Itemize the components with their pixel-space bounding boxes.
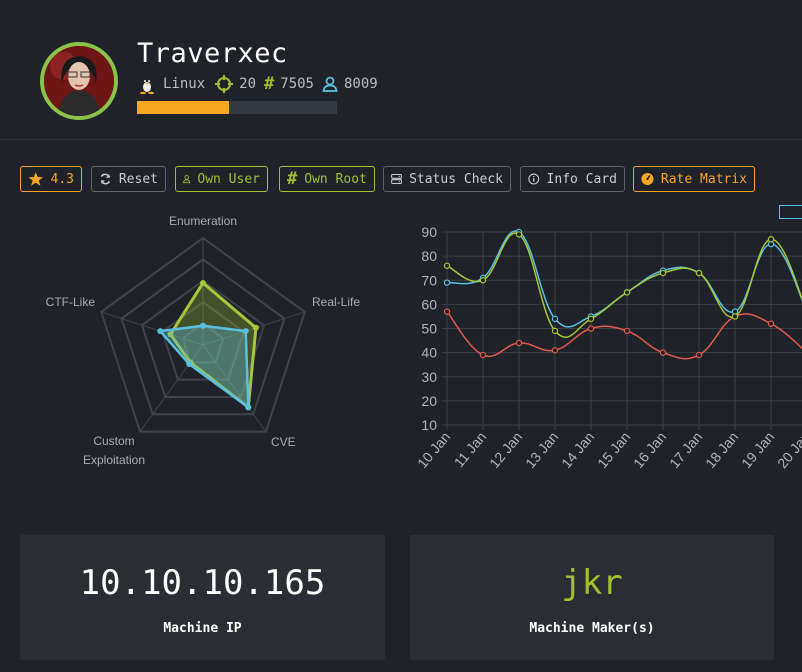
line-point — [659, 349, 667, 356]
header-divider — [0, 139, 802, 140]
line-point — [695, 351, 703, 359]
machine-maker-label: Machine Maker(s) — [529, 621, 655, 636]
line-point — [731, 313, 739, 320]
machine-meta: Linux 20 # 7505 8009 — [137, 74, 386, 94]
user-icon — [183, 175, 191, 184]
x-tick-label: 20 Jan — [774, 429, 802, 471]
y-tick-label: 80 — [421, 248, 437, 264]
own-root-label: Own Root — [304, 171, 367, 187]
radar-point — [186, 361, 193, 368]
rate-matrix-button[interactable]: Rate Matrix — [633, 166, 755, 192]
line-point — [587, 315, 595, 323]
line-point — [443, 308, 451, 315]
machine-maker[interactable]: jkr — [410, 563, 774, 603]
machine-id: 7505 — [280, 76, 314, 92]
line-point — [515, 339, 523, 347]
machine-avatar — [40, 42, 118, 120]
own-user-button[interactable]: Own User — [175, 166, 268, 192]
status-check-label: Status Check — [409, 171, 503, 187]
y-tick-label: 40 — [421, 345, 437, 361]
machine-name: Traverxec — [137, 38, 288, 69]
x-tick-label: 16 Jan — [630, 429, 669, 471]
reset-label: Reset — [118, 171, 158, 187]
star-icon — [28, 172, 44, 186]
radar-axis-label: CTF-Like — [46, 295, 96, 309]
radar-point — [157, 328, 164, 335]
x-tick-label: 18 Jan — [702, 429, 741, 471]
rating-value: 4.3 — [50, 171, 74, 187]
user-count: 8009 — [343, 76, 378, 92]
own-root-button[interactable]: # Own Root — [279, 166, 375, 192]
radar-point — [200, 322, 206, 329]
line-point — [767, 320, 775, 327]
line-point — [479, 351, 487, 359]
radar-axis-label: Enumeration — [169, 214, 237, 228]
radar-point — [242, 328, 249, 335]
line-series — [446, 311, 802, 360]
own-user-label: Own User — [197, 171, 260, 187]
x-tick-label: 15 Jan — [594, 429, 633, 471]
server-icon — [391, 173, 402, 185]
y-tick-label: 30 — [421, 369, 437, 385]
line-point — [623, 327, 631, 335]
y-tick-label: 20 — [421, 393, 437, 409]
rate-matrix-label: Rate Matrix — [660, 171, 747, 187]
radar-point — [200, 279, 206, 286]
machine-ip-label: Machine IP — [163, 621, 242, 636]
x-tick-label: 17 Jan — [666, 429, 705, 471]
gauge-icon — [641, 172, 654, 186]
y-tick-label: 90 — [421, 224, 437, 240]
radar-point — [252, 324, 259, 331]
x-tick-label: 19 Jan — [738, 429, 777, 471]
line-point — [551, 327, 559, 335]
x-tick-label: 11 Jan — [451, 429, 490, 471]
line-point — [443, 262, 451, 269]
machine-ip: 10.10.10.165 — [79, 563, 326, 603]
info-card-button[interactable]: Info Card — [520, 166, 625, 192]
radar-point — [245, 404, 252, 411]
machine-maker-card: jkr Machine Maker(s) — [410, 535, 774, 660]
line-point — [623, 289, 631, 296]
line-point — [443, 279, 451, 286]
line-point — [659, 269, 667, 277]
x-tick-label: 14 Jan — [558, 429, 597, 471]
x-tick-label: 12 Jan — [486, 429, 525, 471]
target-icon — [215, 75, 234, 93]
line-point — [587, 325, 595, 332]
status-check-button[interactable]: Status Check — [383, 166, 511, 192]
legend-swatch — [779, 205, 802, 219]
line-series — [446, 230, 802, 328]
points-value: 20 — [239, 76, 257, 92]
hash-icon: # — [287, 169, 298, 189]
radar-axis-label: Custom Exploitation — [83, 434, 145, 467]
hash-icon: # — [264, 74, 275, 94]
line-point — [551, 315, 559, 323]
radar-axis-label: Real-Life — [312, 295, 360, 309]
x-tick-label: 10 Jan — [414, 429, 453, 471]
y-tick-label: 50 — [421, 321, 437, 337]
y-tick-label: 10 — [421, 417, 437, 433]
line-point — [695, 269, 703, 277]
line-point — [551, 347, 559, 354]
line-point — [515, 231, 523, 238]
linux-icon — [137, 74, 157, 94]
info-icon — [528, 173, 540, 185]
rating-button[interactable]: 4.3 — [20, 166, 82, 192]
radar-axis-label: CVE — [271, 435, 296, 449]
reset-button[interactable]: Reset — [91, 166, 166, 192]
machine-ip-card: 10.10.10.165 Machine IP — [20, 535, 385, 660]
info-card-label: Info Card — [546, 171, 617, 187]
progress-bar — [137, 101, 337, 114]
y-tick-label: 60 — [421, 296, 437, 312]
user-icon — [322, 76, 338, 92]
radar-chart: Enumeration Real-Life CVE Custom Exploitatio… — [46, 214, 361, 467]
refresh-icon — [100, 173, 111, 185]
os-label: Linux — [163, 76, 206, 92]
line-point — [479, 277, 487, 284]
progress-fill — [137, 101, 229, 114]
x-tick-label: 13 Jan — [522, 429, 561, 471]
y-tick-label: 70 — [421, 272, 437, 288]
line-point — [767, 236, 775, 243]
line-chart: 10 20 30 40 50 60 70 80 90 10 Jan11 Jan12 Jan13 J… — [414, 224, 802, 471]
